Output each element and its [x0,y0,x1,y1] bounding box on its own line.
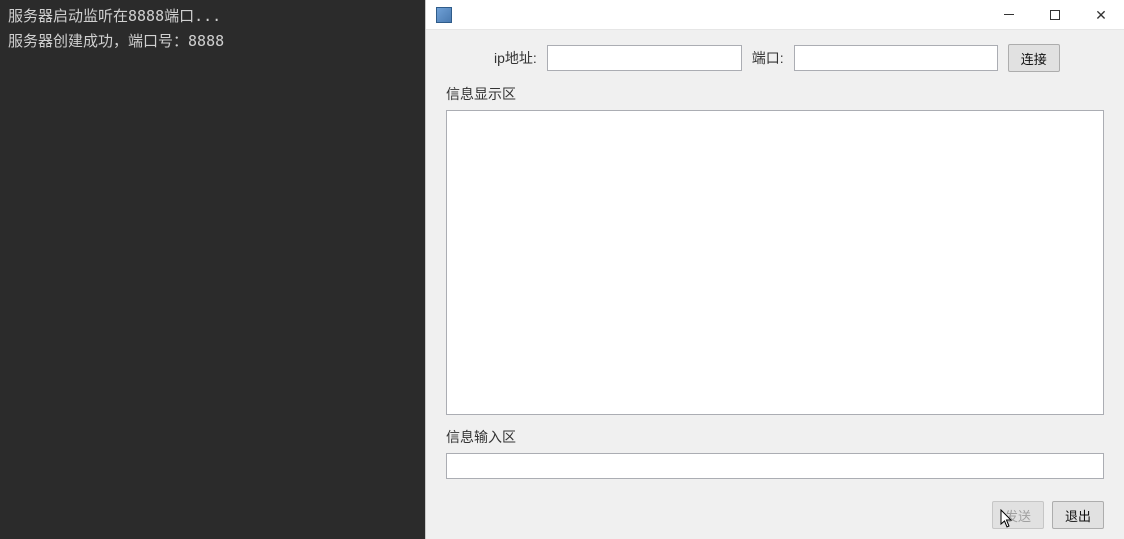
client-window: ✕ ip地址: 端口: 连接 信息显示区 信息输入区 发送 退出 [425,0,1124,539]
titlebar: ✕ [426,0,1124,30]
app-icon [436,7,452,23]
message-display[interactable] [446,110,1104,415]
footer-row: 发送 退出 [446,491,1104,529]
close-icon: ✕ [1095,8,1107,22]
content-area: ip地址: 端口: 连接 信息显示区 信息输入区 发送 退出 [426,30,1124,539]
send-button[interactable]: 发送 [992,501,1044,529]
connect-row: ip地址: 端口: 连接 [446,44,1104,72]
maximize-icon [1050,10,1060,20]
maximize-button[interactable] [1032,0,1078,30]
server-console: 服务器启动监听在8888端口... 服务器创建成功，端口号：8888 [0,0,425,539]
ip-label: ip地址: [494,48,537,68]
port-input[interactable] [794,45,998,71]
connect-button[interactable]: 连接 [1008,44,1060,72]
exit-button[interactable]: 退出 [1052,501,1104,529]
titlebar-controls: ✕ [986,0,1124,30]
input-section: 信息输入区 [446,427,1104,479]
input-label: 信息输入区 [446,427,1104,447]
console-line: 服务器启动监听在8888端口... [8,4,417,29]
minimize-icon [1004,14,1014,15]
ip-input[interactable] [547,45,742,71]
console-line: 服务器创建成功，端口号：8888 [8,29,417,54]
display-section: 信息显示区 [446,84,1104,415]
close-button[interactable]: ✕ [1078,0,1124,30]
minimize-button[interactable] [986,0,1032,30]
message-input[interactable] [446,453,1104,479]
port-label: 端口: [752,48,784,68]
display-label: 信息显示区 [446,84,1104,104]
